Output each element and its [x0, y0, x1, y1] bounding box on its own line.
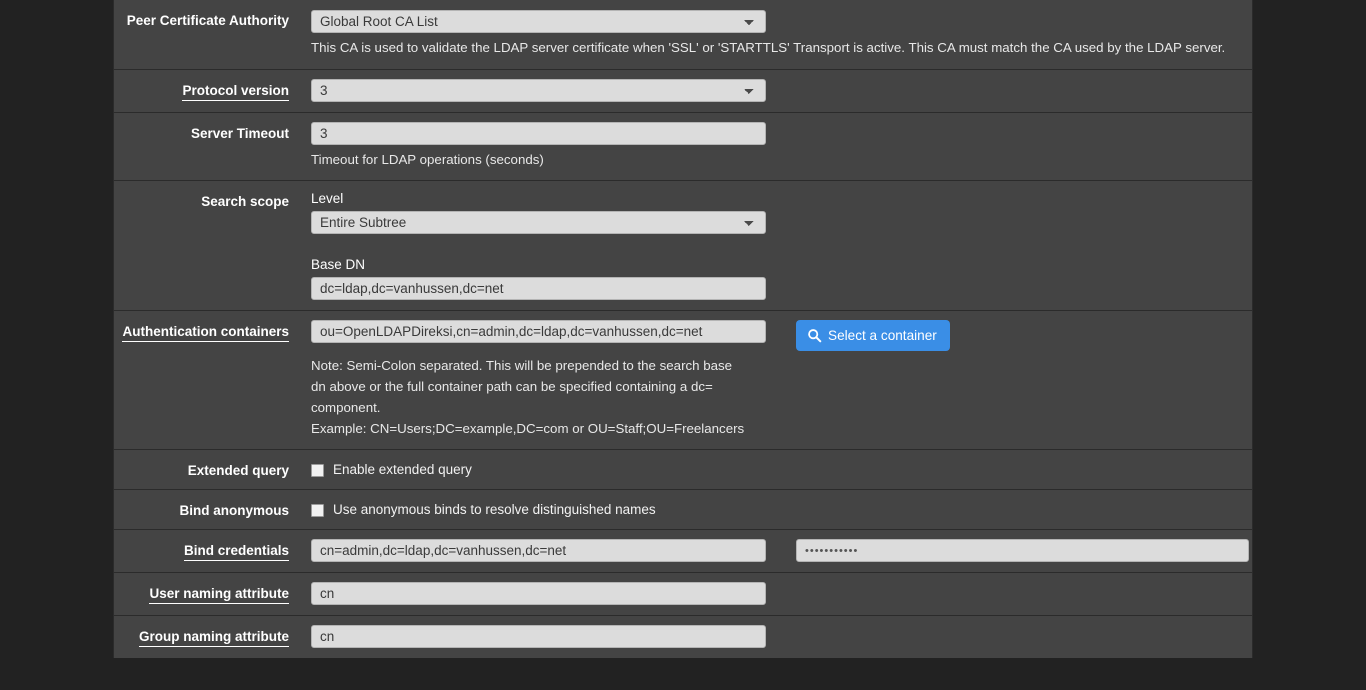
row-field: [299, 616, 1252, 658]
row-field: Global Root CA List This CA is used to v…: [299, 0, 1252, 69]
search-icon: [807, 328, 822, 343]
base-dn-input[interactable]: [311, 277, 766, 300]
bind-credentials-password-input[interactable]: [796, 539, 1249, 562]
form-row-authentication-containers: Authentication containers Select a conta…: [114, 311, 1252, 450]
bind-anonymous-checkbox[interactable]: [311, 503, 324, 517]
form-row-bind-anonymous: Bind anonymous Use anonymous binds to re…: [114, 490, 1252, 530]
form-row-group-naming-attribute: Group naming attribute: [114, 616, 1252, 658]
row-field: [299, 530, 1252, 572]
form-row-user-naming-attribute: User naming attribute: [114, 573, 1252, 616]
row-label: Group naming attribute: [114, 616, 299, 657]
label-bind-credentials[interactable]: Bind credentials: [183, 543, 289, 561]
description-line: Example: CN=Users;DC=example,DC=com or O…: [311, 421, 745, 436]
select-a-container-label: Select a container: [828, 328, 937, 343]
bind-credentials-user-input[interactable]: [311, 539, 766, 562]
label-search-scope: Search scope: [201, 194, 289, 209]
label-base-dn: Base DN: [311, 257, 366, 272]
row-label: Bind credentials: [114, 530, 299, 571]
bind-anonymous-checkbox-row[interactable]: Use anonymous binds to resolve distingui…: [311, 499, 1252, 518]
peer-certificate-authority-select[interactable]: Global Root CA List: [311, 10, 766, 33]
protocol-version-select[interactable]: 3: [311, 79, 766, 102]
server-timeout-description: Timeout for LDAP operations (seconds): [311, 152, 544, 167]
extended-query-checkbox-row[interactable]: Enable extended query: [311, 459, 1252, 478]
authentication-containers-input[interactable]: [311, 320, 766, 343]
label-extended-query: Extended query: [187, 463, 289, 478]
form-row-protocol-version: Protocol version 3: [114, 70, 1252, 113]
row-field: Level Entire Subtree Base DN: [299, 181, 1252, 310]
row-label: Extended query: [114, 450, 299, 489]
label-user-naming-attribute[interactable]: User naming attribute: [149, 586, 289, 604]
row-field: Use anonymous binds to resolve distingui…: [299, 490, 1252, 528]
label-level: Level: [311, 191, 344, 206]
label-server-timeout: Server Timeout: [190, 126, 289, 141]
form-row-peer-certificate-authority: Peer Certificate Authority Global Root C…: [114, 0, 1252, 70]
row-field: [299, 573, 1252, 615]
settings-panel: Peer Certificate Authority Global Root C…: [113, 0, 1253, 658]
row-label: Server Timeout: [114, 113, 299, 152]
peer-certificate-authority-description: This CA is used to validate the LDAP ser…: [311, 40, 1226, 55]
user-naming-attribute-input[interactable]: [311, 582, 766, 605]
row-label: Bind anonymous: [114, 490, 299, 529]
group-naming-attribute-input[interactable]: [311, 625, 766, 648]
extended-query-checkbox-label: Enable extended query: [333, 462, 472, 477]
row-label: Authentication containers: [114, 311, 299, 352]
ldap-settings-page: Peer Certificate Authority Global Root C…: [0, 0, 1366, 690]
bind-anonymous-checkbox-label: Use anonymous binds to resolve distingui…: [333, 502, 656, 517]
authentication-containers-description: Note: Semi-Colon separated. This will be…: [311, 355, 1236, 439]
container-input-group: Select a container: [311, 320, 1252, 351]
row-label: Search scope: [114, 181, 299, 220]
form-row-search-scope: Search scope Level Entire Subtree Base D…: [114, 181, 1252, 311]
label-bind-anonymous: Bind anonymous: [179, 503, 289, 518]
description-line: component.: [311, 400, 381, 415]
extended-query-checkbox[interactable]: [311, 463, 324, 477]
row-field: Select a container Note: Semi-Colon sepa…: [299, 311, 1252, 449]
row-field: Timeout for LDAP operations (seconds): [299, 113, 1252, 180]
row-label: Peer Certificate Authority: [114, 0, 299, 39]
form-row-extended-query: Extended query Enable extended query: [114, 450, 1252, 490]
label-group-naming-attribute[interactable]: Group naming attribute: [139, 629, 289, 647]
row-field: 3: [299, 70, 1252, 112]
server-timeout-input[interactable]: [311, 122, 766, 145]
select-a-container-button[interactable]: Select a container: [796, 320, 950, 351]
description-line: dn above or the full container path can …: [311, 379, 713, 394]
label-authentication-containers[interactable]: Authentication containers: [122, 324, 289, 342]
description-line: Note: Semi-Colon separated. This will be…: [311, 358, 733, 373]
search-scope-level-select[interactable]: Entire Subtree: [311, 211, 766, 234]
row-field: Enable extended query: [299, 450, 1252, 488]
row-label: User naming attribute: [114, 573, 299, 614]
label-protocol-version[interactable]: Protocol version: [182, 83, 289, 101]
form-row-bind-credentials: Bind credentials: [114, 530, 1252, 573]
row-label: Protocol version: [114, 70, 299, 111]
form-row-server-timeout: Server Timeout Timeout for LDAP operatio…: [114, 113, 1252, 181]
label-peer-certificate-authority: Peer Certificate Authority: [126, 13, 289, 28]
